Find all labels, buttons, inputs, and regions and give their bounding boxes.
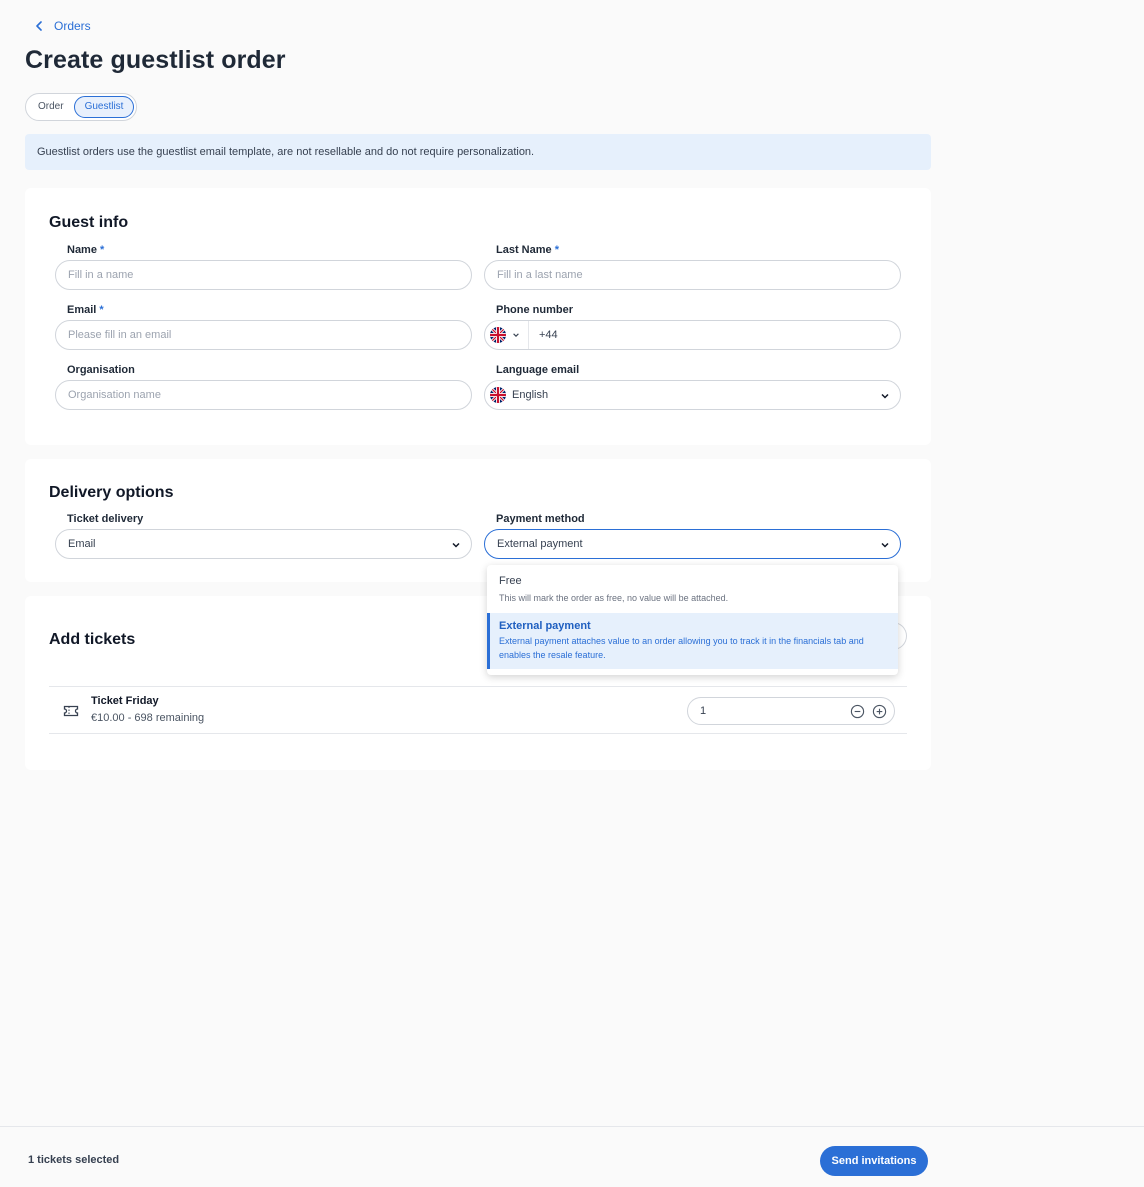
chevron-down-icon	[881, 542, 889, 548]
quantity-value: 1	[700, 705, 707, 717]
ticket-icon	[63, 705, 79, 717]
phone-value: +44	[539, 329, 558, 341]
back-to-orders-link[interactable]: Orders	[34, 19, 91, 33]
order-type-toggle: Order Guestlist	[25, 93, 138, 121]
phone-separator	[528, 321, 529, 349]
language-email-label: Language email	[496, 364, 580, 376]
payment-method-label: Payment method	[496, 513, 585, 525]
ticket-delivery-select[interactable]: Email	[55, 529, 472, 559]
chevron-down-icon[interactable]	[512, 331, 520, 339]
name-input[interactable]: Fill in a name	[55, 260, 472, 290]
payment-option-description: This will mark the order as free, no val…	[499, 593, 729, 603]
chevron-down-icon	[881, 393, 889, 399]
payment-option-free[interactable]: Free This will mark the order as free, n…	[487, 575, 898, 613]
ticket-delivery-value: Email	[68, 538, 96, 550]
footer-bar: 1 tickets selected Send invitations	[0, 1126, 1144, 1187]
payment-method-select[interactable]: External payment	[484, 529, 901, 559]
payment-method-value: External payment	[497, 538, 583, 550]
organisation-label: Organisation	[67, 364, 135, 376]
add-tickets-title: Add tickets	[49, 631, 136, 648]
payment-option-external[interactable]: External payment External payment attach…	[487, 613, 898, 669]
email-input[interactable]: Please fill in an email	[55, 320, 472, 350]
tickets-selected-count: 1 tickets selected	[28, 1154, 120, 1166]
chevron-left-icon	[36, 21, 42, 31]
uk-flag-icon	[490, 387, 506, 403]
language-email-value: English	[512, 389, 549, 401]
language-email-select[interactable]: English	[484, 380, 901, 410]
plus-circle-icon[interactable]	[872, 704, 887, 719]
ticket-meta: €10.00 - 698 remaining	[91, 712, 205, 724]
last-name-label: Last Name *	[496, 244, 559, 256]
back-link-label: Orders	[54, 19, 91, 33]
payment-method-dropdown: Free This will mark the order as free, n…	[487, 565, 898, 675]
payment-option-title: External payment	[499, 620, 591, 632]
send-invitations-button[interactable]: Send invitations	[820, 1146, 928, 1176]
chevron-down-icon	[452, 542, 460, 548]
uk-flag-icon[interactable]	[490, 327, 506, 343]
organisation-input[interactable]: Organisation name	[55, 380, 472, 410]
page-title: Create guestlist order	[25, 46, 286, 74]
toggle-option-guestlist[interactable]: Guestlist	[73, 96, 135, 118]
last-name-input[interactable]: Fill in a last name	[484, 260, 901, 290]
ticket-delivery-label: Ticket delivery	[67, 513, 144, 525]
toggle-option-order[interactable]: Order	[28, 96, 74, 118]
delivery-options-title: Delivery options	[49, 484, 174, 501]
guest-info-card: Guest info Name * Fill in a name Last Na…	[25, 188, 931, 445]
ticket-name: Ticket Friday	[91, 695, 159, 707]
quantity-stepper[interactable]: 1	[687, 697, 895, 725]
payment-option-title: Free	[499, 575, 522, 587]
phone-input[interactable]: +44	[484, 320, 901, 350]
minus-circle-icon[interactable]	[850, 704, 865, 719]
delivery-options-card: Delivery options Ticket delivery Email P…	[25, 459, 931, 582]
payment-option-description: External payment attaches value to an or…	[499, 636, 864, 660]
email-label: Email *	[67, 304, 104, 316]
name-label: Name *	[67, 244, 105, 256]
phone-label: Phone number	[496, 304, 574, 316]
guest-info-title: Guest info	[49, 214, 129, 231]
table-row: Ticket Friday €10.00 - 698 remaining 1	[49, 686, 907, 734]
info-banner: Guestlist orders use the guestlist email…	[25, 134, 931, 170]
